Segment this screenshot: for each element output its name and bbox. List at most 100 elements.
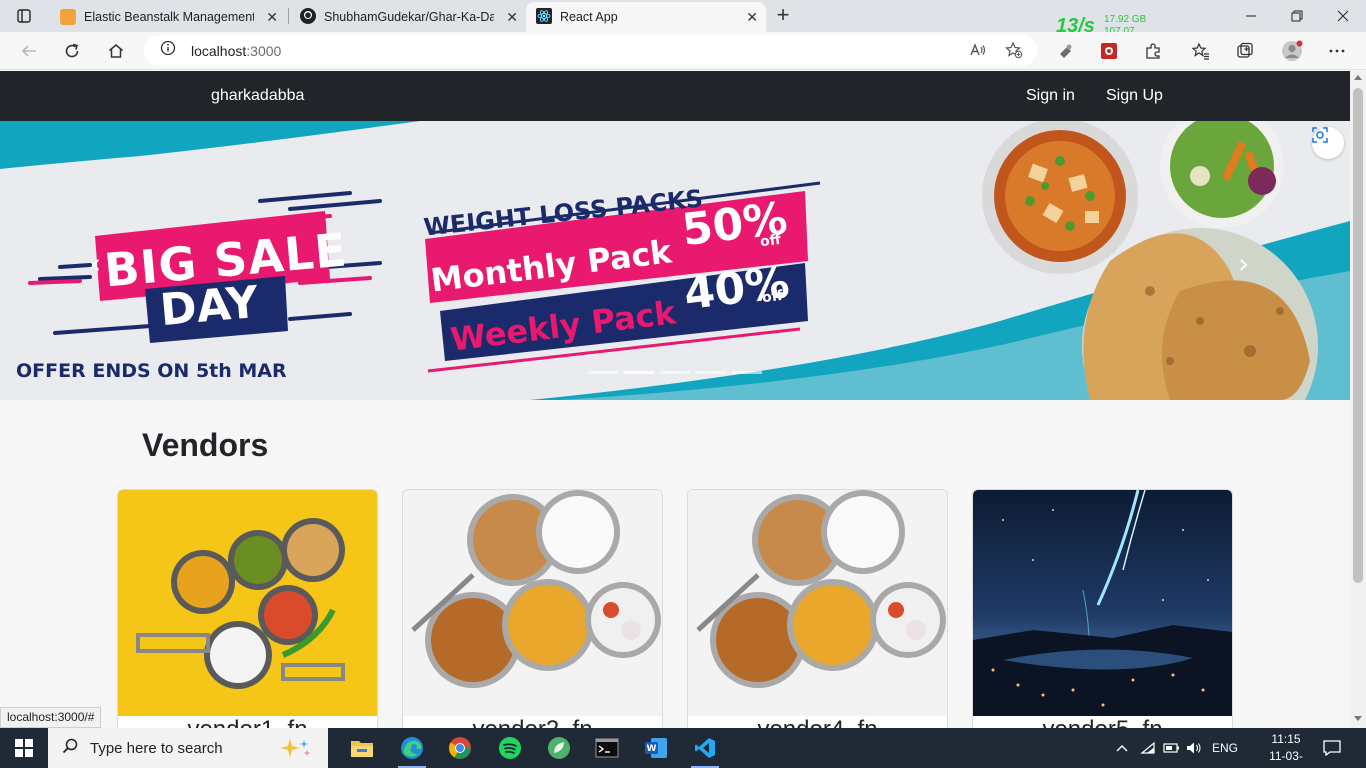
vendors-heading: Vendors: [142, 427, 269, 463]
profile-avatar-icon[interactable]: [1281, 40, 1303, 62]
refresh-button[interactable]: [57, 36, 87, 66]
carousel-indicator[interactable]: [660, 371, 690, 374]
taskbar-edge[interactable]: [388, 728, 436, 768]
browser-toolbar: localhost:3000: [0, 32, 1366, 70]
carousel-indicator[interactable]: [588, 371, 618, 374]
extensions-icon[interactable]: [1142, 40, 1164, 62]
taskbar-mongodb-compass[interactable]: [535, 728, 583, 768]
address-port: :3000: [246, 42, 282, 59]
vendor-card[interactable]: vendor5_fn: [972, 489, 1233, 728]
page-scrollbar[interactable]: [1350, 71, 1366, 728]
react-favicon-icon: [536, 7, 552, 27]
taskbar-file-explorer[interactable]: [338, 728, 386, 768]
scroll-up-icon[interactable]: [1354, 75, 1362, 80]
vendor-image: [973, 490, 1232, 716]
vendor-name: vendor2_fn: [403, 716, 662, 728]
search-highlights-icon: [276, 736, 316, 765]
carousel-next-button[interactable]: ›: [1238, 247, 1249, 280]
volume-icon[interactable]: [1186, 728, 1202, 768]
extension-puzzle-dark-icon[interactable]: [1055, 40, 1077, 62]
folder-icon: [351, 741, 373, 757]
browser-tab-elastic-beanstalk[interactable]: Elastic Beanstalk Management Co ✕: [50, 2, 286, 32]
site-navbar: gharkadabba Sign in Sign Up: [0, 71, 1350, 121]
carousel-indicator[interactable]: [696, 371, 726, 374]
tab-title: ShubhamGudekar/Ghar-Ka-Dabba: [324, 10, 494, 24]
battery-icon[interactable]: [1163, 728, 1181, 768]
vendor-name: vendor1_fn: [118, 716, 377, 728]
minimize-button[interactable]: [1228, 0, 1274, 32]
taskbar-search-box[interactable]: Type here to search: [48, 728, 328, 768]
vendor-card[interactable]: vendor1_fn: [117, 489, 378, 728]
site-info-icon[interactable]: [160, 40, 176, 61]
close-window-button[interactable]: [1320, 0, 1366, 32]
scroll-down-icon[interactable]: [1354, 716, 1362, 721]
clock-time: 11:15: [1271, 732, 1301, 746]
vendor-image: [688, 490, 947, 716]
taskbar-terminal[interactable]: [583, 728, 631, 768]
carousel-indicator[interactable]: [624, 371, 654, 374]
carousel-prev-button[interactable]: ‹: [90, 247, 101, 280]
new-tab-button[interactable]: +: [770, 4, 796, 28]
banner-day: DAY: [157, 276, 261, 337]
close-tab-icon[interactable]: ✕: [506, 9, 518, 26]
clock-date: 11-03-2023: [1269, 749, 1303, 768]
svg-text:W: W: [647, 744, 657, 754]
vendor-image: [403, 490, 662, 716]
home-button[interactable]: [101, 36, 131, 66]
tab-actions-icon[interactable]: [8, 4, 40, 28]
windows-taskbar: Type here to search W ENG 11:15 11-03-: [0, 728, 1366, 768]
windows-logo-icon: [15, 739, 33, 757]
status-bar-url: localhost:3000/#: [0, 707, 102, 728]
tab-separator: [288, 8, 289, 24]
read-aloud-icon[interactable]: [969, 41, 987, 64]
taskbar-chrome[interactable]: [436, 728, 484, 768]
brand-link[interactable]: gharkadabba: [211, 87, 304, 105]
favorites-icon[interactable]: [1190, 40, 1212, 62]
settings-menu-icon[interactable]: [1326, 40, 1348, 62]
visual-search-icon[interactable]: [1312, 127, 1344, 159]
back-button[interactable]: [14, 36, 44, 66]
page-viewport: gharkadabba Sign in Sign Up BIG SALE DAY…: [0, 71, 1350, 728]
taskbar-word[interactable]: W: [632, 728, 680, 768]
banner-monthly-off: off: [759, 231, 782, 251]
promo-carousel: BIG SALE DAY OFFER ENDS ON 5th MAR WEIGH…: [0, 121, 1350, 400]
banner-offer: OFFER ENDS ON 5th MAR: [16, 360, 287, 382]
tab-title: React App: [560, 10, 618, 24]
vendor-card[interactable]: vendor4_fn: [687, 489, 948, 728]
browser-tab-bar: Elastic Beanstalk Management Co ✕ Shubha…: [0, 0, 1366, 37]
carousel-indicator[interactable]: [732, 371, 762, 374]
collections-icon[interactable]: [1234, 40, 1256, 62]
input-language[interactable]: ENG: [1212, 728, 1238, 768]
browser-tab-react-app[interactable]: React App ✕: [526, 2, 766, 32]
taskbar-spotify[interactable]: [486, 728, 534, 768]
vscode-icon: [695, 738, 715, 758]
vendor-card[interactable]: vendor2_fn: [402, 489, 663, 728]
close-tab-icon[interactable]: ✕: [746, 9, 758, 26]
sign-up-link[interactable]: Sign Up: [1106, 87, 1163, 105]
address-url: localhost:3000: [191, 43, 281, 59]
notifications-icon[interactable]: [1323, 728, 1341, 768]
taskbar-vscode[interactable]: [681, 728, 729, 768]
search-placeholder: Type here to search: [90, 739, 223, 757]
terminal-icon: [595, 738, 619, 758]
sign-in-link[interactable]: Sign in: [1026, 87, 1075, 105]
chrome-icon: [449, 737, 471, 759]
close-tab-icon[interactable]: ✕: [266, 9, 278, 26]
add-favorite-icon[interactable]: [1005, 41, 1023, 64]
address-host: localhost: [191, 42, 247, 59]
windows-start-button[interactable]: [0, 728, 48, 768]
wifi-icon[interactable]: [1140, 728, 1156, 768]
perf-memory: 17.92 GB: [1104, 14, 1147, 25]
address-bar[interactable]: localhost:3000: [144, 35, 1037, 66]
browser-tab-github[interactable]: ShubhamGudekar/Ghar-Ka-Dabba ✕: [290, 2, 526, 32]
edge-icon: [401, 737, 423, 759]
spotify-icon: [499, 737, 521, 759]
taskbar-clock[interactable]: 11:15 11-03-2023: [1256, 731, 1316, 768]
vendor-name: vendor4_fn: [688, 716, 947, 728]
tab-title: Elastic Beanstalk Management Co: [84, 10, 254, 24]
scrollbar-thumb[interactable]: [1353, 88, 1363, 583]
carousel-indicators: [588, 371, 762, 374]
extension-red-icon[interactable]: [1098, 40, 1120, 62]
restore-button[interactable]: [1274, 0, 1320, 32]
show-hidden-icons-icon[interactable]: [1116, 728, 1128, 768]
